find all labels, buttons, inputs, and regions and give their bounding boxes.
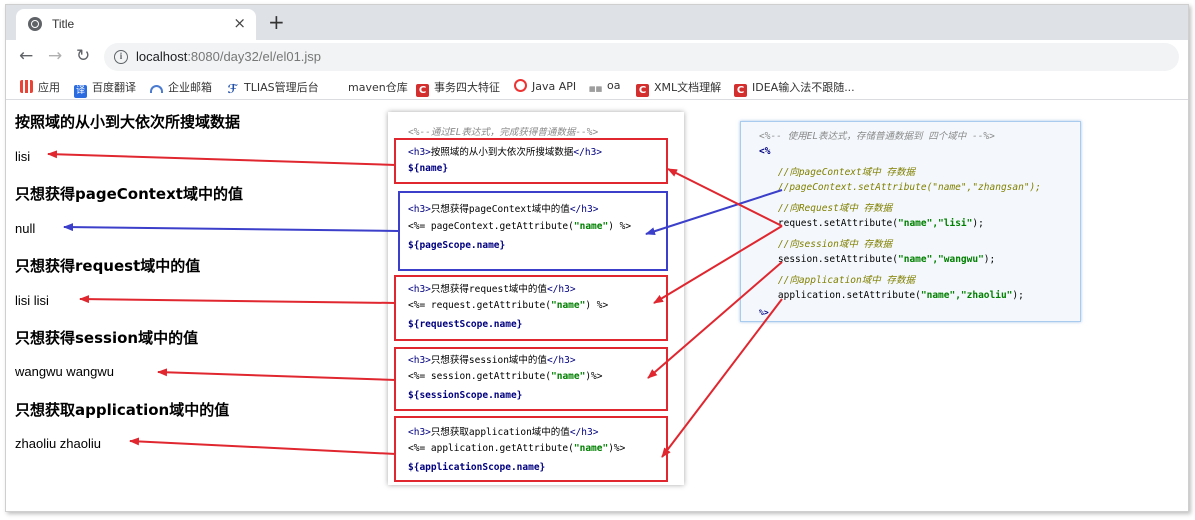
bookmark-javaapi[interactable]: Java API [514, 79, 576, 93]
heading-application-scope: 只想获取application域中的值 [15, 401, 230, 419]
globe-icon [28, 17, 42, 31]
code-block-application: <h3>只想获取application域中的值</h3> <%= applica… [394, 416, 668, 482]
code-scriptlet-line: <%= application.getAttribute("name")%> [408, 443, 626, 454]
code-h3-line: <h3>只想获得session域中的值</h3> [408, 355, 576, 366]
code-el-line: ${pageScope.name} [408, 240, 506, 251]
bookmark-label: TLIAS管理后台 [244, 81, 319, 94]
code-h3-line: <h3>只想获得pageContext域中的值</h3> [408, 204, 599, 215]
csdn-icon: C [636, 84, 649, 97]
bookmark-apps[interactable]: 应用 [20, 79, 60, 95]
value-all-scopes: lisi [15, 149, 31, 164]
browser-tab[interactable]: Title × [16, 9, 256, 40]
info-icon[interactable]: i [114, 50, 128, 64]
code-line: request.setAttribute("name","lisi"); [755, 218, 984, 229]
heading-all-scopes: 按照域的从小到大依次所搜域数据 [15, 113, 241, 131]
code-scriptlet-line: <%= request.getAttribute("name") %> [408, 300, 609, 311]
bookmark-maven[interactable]: maven仓库 [348, 79, 408, 95]
oracle-icon [514, 79, 527, 92]
code-block-all: <h3>按照域的从小到大依次所搜域数据</h3> ${name} [394, 138, 668, 184]
bookmark-label: maven仓库 [348, 81, 408, 94]
value-page-scope: null [15, 221, 36, 236]
url-path: :8080/day32/el/el01.jsp [187, 49, 322, 64]
csdn-icon: C [734, 84, 747, 97]
heading-request-scope: 只想获得request域中的值 [15, 257, 201, 275]
code-block-request: <h3>只想获得request域中的值</h3> <%= request.get… [394, 275, 668, 341]
code-line: //向application域中 存数据 [755, 275, 915, 286]
url-text[interactable]: localhost:8080/day32/el/el01.jsp [136, 49, 321, 64]
value-application-scope: zhaoliu zhaoliu [15, 436, 102, 451]
bookmark-label: 事务四大特征 [434, 81, 500, 94]
code-scriptlet-line: <%= session.getAttribute("name")%> [408, 371, 603, 382]
heading-session-scope: 只想获得session域中的值 [15, 329, 199, 347]
code-comment: <%--通过EL表达式，完成获得普通数据--%> [408, 127, 599, 138]
bookmark-mail[interactable]: 企业邮箱 [150, 79, 212, 95]
heading-page-scope: 只想获得pageContext域中的值 [15, 185, 243, 203]
code-line: <%-- 使用EL表达式，存储普通数据到 四个域中 --%> [759, 131, 995, 142]
csdn-icon: C [416, 84, 429, 97]
bookmark-label: oa [607, 79, 621, 92]
code-el-line: ${name} [408, 163, 449, 174]
code-line: //向session域中 存数据 [755, 239, 893, 250]
code-block-page: <h3>只想获得pageContext域中的值</h3> <%= pageCon… [398, 191, 668, 271]
screenshot-frame: Title × + ← → ↻ i localhost:8080/day32/e… [5, 4, 1189, 512]
code-h3-line: <h3>只想获得request域中的值</h3> [408, 284, 576, 295]
code-el-line: ${sessionScope.name} [408, 390, 523, 401]
code-line: %> [759, 308, 769, 317]
code-line: session.setAttribute("name","wangwu"); [755, 254, 996, 265]
apps-icon [20, 80, 33, 93]
tab-strip: Title × + [6, 5, 1188, 40]
bookmark-fanyi[interactable]: 译百度翻译 [74, 79, 136, 98]
code-block-session: <h3>只想获得session域中的值</h3> <%= session.get… [394, 347, 668, 411]
bookmark-oa[interactable]: ▦▦ oa [589, 79, 620, 96]
reload-icon[interactable]: ↻ [76, 46, 90, 66]
page-content: 按照域的从小到大依次所搜域数据 lisi 只想获得pageContext域中的值… [6, 101, 1188, 511]
new-tab-button[interactable]: + [268, 10, 285, 34]
close-icon[interactable]: × [233, 14, 246, 32]
back-icon[interactable]: ← [19, 46, 33, 66]
cloud-icon [150, 85, 163, 93]
bookmark-label: IDEA输入法不跟随... [752, 81, 855, 94]
bookmark-tlias[interactable]: ℱ TLIAS管理后台 [226, 79, 319, 96]
code-line: <% [759, 146, 771, 157]
code-line: //向Request域中 存数据 [755, 203, 893, 214]
code-h3-line: <h3>按照域的从小到大依次所搜域数据</h3> [408, 147, 603, 158]
oa-icon: ▦▦ [589, 85, 603, 93]
url-host: localhost [136, 49, 188, 64]
bookmark-label: XML文档理解 [654, 81, 722, 94]
bookmark-xml[interactable]: C XML文档理解 [636, 79, 721, 97]
bookmarks-bar: 应用 译百度翻译 企业邮箱 ℱ TLIAS管理后台 maven仓库 C 事务四大特征… [6, 74, 1188, 100]
bookmark-label: Java API [532, 80, 577, 93]
code-line: //向pageContext域中 存数据 [755, 167, 915, 178]
toolbar: ← → ↻ i localhost:8080/day32/el/el01.jsp [6, 40, 1188, 74]
bookmark-label: 应用 [38, 81, 60, 94]
fanyi-icon: 译 [74, 85, 87, 98]
tlias-icon: ℱ [227, 82, 238, 96]
bookmark-label: 百度翻译 [92, 81, 136, 94]
code-el-line: ${requestScope.name} [408, 319, 523, 330]
bookmark-transaction[interactable]: C 事务四大特征 [416, 79, 500, 97]
value-session-scope: wangwu wangwu [15, 364, 115, 379]
code-line: //pageContext.setAttribute("name","zhang… [755, 182, 1041, 193]
code-el-line: ${applicationScope.name} [408, 462, 546, 473]
forward-icon[interactable]: → [48, 46, 62, 66]
address-bar[interactable]: i localhost:8080/day32/el/el01.jsp [104, 43, 1179, 71]
bookmark-idea[interactable]: C IDEA输入法不跟随... [734, 79, 855, 97]
value-request-scope: lisi lisi [15, 293, 49, 308]
code-h3-line: <h3>只想获取application域中的值</h3> [408, 427, 599, 438]
code-line: application.setAttribute("name","zhaoliu… [755, 290, 1024, 301]
jsp-store-code-panel: <%-- 使用EL表达式，存储普通数据到 四个域中 --%> <% //向pag… [740, 121, 1081, 322]
code-scriptlet-line: <%= pageContext.getAttribute("name") %> [408, 221, 632, 232]
bookmark-label: 企业邮箱 [168, 81, 212, 94]
jsp-output-code-panel: <%--通过EL表达式，完成获得普通数据--%> <h3>按照域的从小到大依次所… [388, 112, 684, 485]
tab-title: Title [52, 17, 75, 31]
